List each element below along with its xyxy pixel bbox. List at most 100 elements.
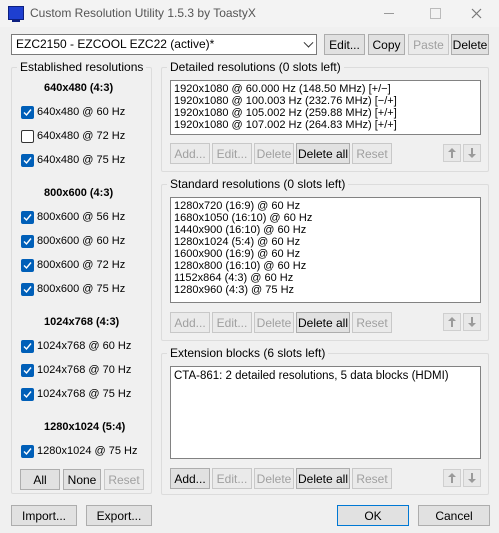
checkbox-label: 640x480 @ 72 Hz <box>37 130 126 142</box>
checkbox-checked-icon <box>21 282 34 296</box>
checkbox-label: 640x480 @ 75 Hz <box>37 154 126 166</box>
monitor-icon <box>8 6 24 22</box>
checkbox-label: 800x600 @ 75 Hz <box>37 283 126 295</box>
established-heading-1280: 1280x1024 (5:4) <box>44 421 126 433</box>
export-button[interactable]: Export... <box>86 505 152 526</box>
checkbox-checked-icon <box>21 105 34 119</box>
standard-edit-button[interactable]: Edit... <box>212 312 252 333</box>
standard-add-button[interactable]: Add... <box>170 312 210 333</box>
checkbox-800x600-60[interactable]: 800x600 @ 60 Hz <box>21 233 125 249</box>
established-resolutions-title: Established resolutions <box>17 60 147 74</box>
established-heading-800: 800x600 (4:3) <box>44 187 114 199</box>
arrow-up-icon <box>448 148 456 158</box>
extension-blocks-list[interactable]: CTA-861: 2 detailed resolutions, 5 data … <box>170 366 481 459</box>
extension-delete-all-button[interactable]: Delete all <box>296 468 350 489</box>
list-item[interactable]: 1600x900 (16:9) @ 60 Hz <box>174 248 477 260</box>
checkbox-label: 800x600 @ 56 Hz <box>37 211 126 223</box>
checkbox-1024x768-75[interactable]: 1024x768 @ 75 Hz <box>21 386 131 402</box>
list-item[interactable]: 1680x1050 (16:10) @ 60 Hz <box>174 212 477 224</box>
checkbox-1280x1024-75[interactable]: 1280x1024 @ 75 Hz <box>21 443 137 459</box>
detailed-reset-button[interactable]: Reset <box>352 143 392 164</box>
list-item[interactable]: 1280x960 (4:3) @ 75 Hz <box>174 284 477 296</box>
checkbox-label: 800x600 @ 60 Hz <box>37 235 126 247</box>
checkbox-checked-icon <box>21 258 34 272</box>
checkbox-checked-icon <box>21 339 34 353</box>
list-item[interactable]: 1152x864 (4:3) @ 60 Hz <box>174 272 477 284</box>
list-item[interactable]: 1920x1080 @ 100.003 Hz (232.76 MHz) [−/+… <box>174 95 477 107</box>
monitor-select[interactable]: EZC2150 - EZCOOL EZC22 (active)* <box>11 34 317 55</box>
checkbox-640x480-60[interactable]: 640x480 @ 60 Hz <box>21 104 125 120</box>
reset-established-button[interactable]: Reset <box>104 469 144 490</box>
checkbox-label: 800x600 @ 72 Hz <box>37 259 126 271</box>
checkbox-checked-icon <box>21 210 34 224</box>
arrow-down-icon <box>468 148 476 158</box>
standard-move-down-button[interactable] <box>463 313 481 331</box>
standard-resolutions-title: Standard resolutions (0 slots left) <box>167 177 349 191</box>
checkbox-800x600-75[interactable]: 800x600 @ 75 Hz <box>21 281 125 297</box>
checkbox-checked-icon <box>21 387 34 401</box>
close-button[interactable] <box>453 0 499 27</box>
standard-reset-button[interactable]: Reset <box>352 312 392 333</box>
detailed-delete-all-button[interactable]: Delete all <box>296 143 350 164</box>
minimize-button[interactable] <box>366 0 412 27</box>
edit-monitor-button[interactable]: Edit... <box>324 34 365 55</box>
extension-reset-button[interactable]: Reset <box>352 468 392 489</box>
checkbox-640x480-75[interactable]: 640x480 @ 75 Hz <box>21 152 125 168</box>
extension-move-down-button[interactable] <box>463 469 481 487</box>
standard-move-up-button[interactable] <box>443 313 461 331</box>
import-button[interactable]: Import... <box>11 505 77 526</box>
standard-delete-all-button[interactable]: Delete all <box>296 312 350 333</box>
checkbox-1024x768-70[interactable]: 1024x768 @ 70 Hz <box>21 362 131 378</box>
monitor-select-value: EZC2150 - EZCOOL EZC22 (active)* <box>16 37 215 51</box>
list-item[interactable]: 1280x800 (16:10) @ 60 Hz <box>174 260 477 272</box>
checkbox-label: 1280x1024 @ 75 Hz <box>37 445 138 457</box>
list-item[interactable]: 1920x1080 @ 107.002 Hz (264.83 MHz) [+/+… <box>174 119 477 131</box>
checkbox-800x600-56[interactable]: 800x600 @ 56 Hz <box>21 209 125 225</box>
detailed-move-up-button[interactable] <box>443 144 461 162</box>
paste-button[interactable]: Paste <box>408 34 449 55</box>
list-item[interactable]: 1280x720 (16:9) @ 60 Hz <box>174 200 477 212</box>
established-heading-1024: 1024x768 (4:3) <box>44 316 120 328</box>
checkbox-640x480-72[interactable]: 640x480 @ 72 Hz <box>21 128 125 144</box>
extension-add-button[interactable]: Add... <box>170 468 210 489</box>
title-bar: Custom Resolution Utility 1.5.3 by Toast… <box>0 0 499 27</box>
checkbox-unchecked-icon <box>21 129 34 143</box>
detailed-resolutions-list[interactable]: 1920x1080 @ 60.000 Hz (148.50 MHz) [+/−]… <box>170 80 481 135</box>
extension-blocks-title: Extension blocks (6 slots left) <box>167 346 329 360</box>
list-item[interactable]: 1920x1080 @ 60.000 Hz (148.50 MHz) [+/−] <box>174 83 477 95</box>
checkbox-1024x768-60[interactable]: 1024x768 @ 60 Hz <box>21 338 131 354</box>
arrow-down-icon <box>468 317 476 327</box>
detailed-edit-button[interactable]: Edit... <box>212 143 252 164</box>
detailed-add-button[interactable]: Add... <box>170 143 210 164</box>
maximize-button[interactable] <box>412 0 458 27</box>
established-heading-640: 640x480 (4:3) <box>44 82 114 94</box>
checkbox-label: 1024x768 @ 60 Hz <box>37 340 132 352</box>
extension-delete-button[interactable]: Delete <box>254 468 294 489</box>
chevron-down-icon <box>303 37 314 48</box>
checkbox-label: 640x480 @ 60 Hz <box>37 106 126 118</box>
delete-monitor-button[interactable]: Delete <box>451 34 489 55</box>
arrow-up-icon <box>448 317 456 327</box>
detailed-move-down-button[interactable] <box>463 144 481 162</box>
extension-move-up-button[interactable] <box>443 469 461 487</box>
checkbox-checked-icon <box>21 444 34 458</box>
list-item[interactable]: 1440x900 (16:10) @ 60 Hz <box>174 224 477 236</box>
standard-resolutions-list[interactable]: 1280x720 (16:9) @ 60 Hz 1680x1050 (16:10… <box>170 197 481 303</box>
detailed-resolutions-title: Detailed resolutions (0 slots left) <box>167 60 344 74</box>
none-button[interactable]: None <box>63 469 101 490</box>
detailed-delete-button[interactable]: Delete <box>254 143 294 164</box>
standard-delete-button[interactable]: Delete <box>254 312 294 333</box>
checkbox-label: 1024x768 @ 75 Hz <box>37 388 132 400</box>
list-item[interactable]: CTA-861: 2 detailed resolutions, 5 data … <box>174 370 477 384</box>
list-item[interactable]: 1280x1024 (5:4) @ 60 Hz <box>174 236 477 248</box>
checkbox-checked-icon <box>21 153 34 167</box>
extension-edit-button[interactable]: Edit... <box>212 468 252 489</box>
checkbox-800x600-72[interactable]: 800x600 @ 72 Hz <box>21 257 125 273</box>
copy-button[interactable]: Copy <box>368 34 405 55</box>
ok-button[interactable]: OK <box>337 505 409 526</box>
all-button[interactable]: All <box>20 469 60 490</box>
checkbox-checked-icon <box>21 363 34 377</box>
arrow-down-icon <box>468 473 476 483</box>
cancel-button[interactable]: Cancel <box>418 505 490 526</box>
list-item[interactable]: 1920x1080 @ 105.002 Hz (259.88 MHz) [+/+… <box>174 107 477 119</box>
